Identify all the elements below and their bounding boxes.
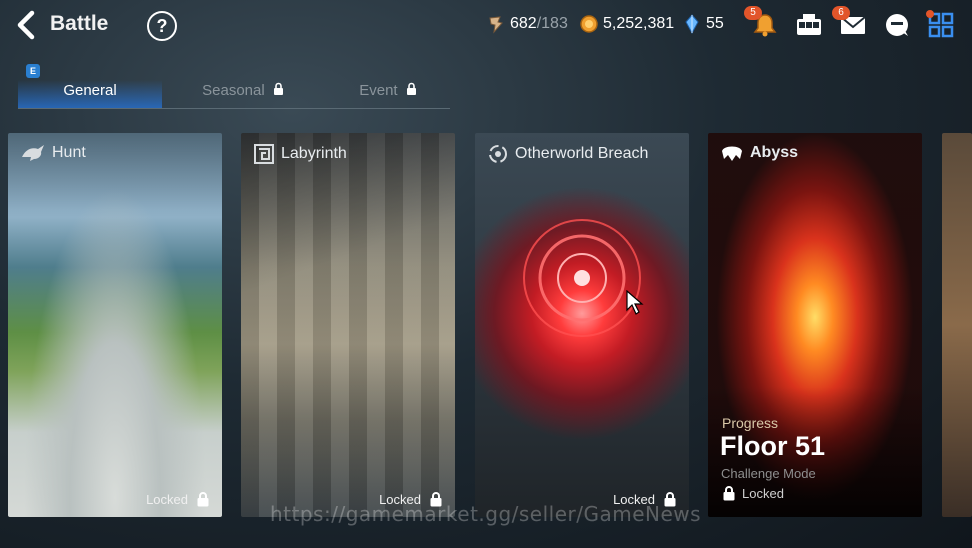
card-title: Labyrinth [253, 143, 347, 165]
tab-label: General [63, 82, 117, 99]
chat-button[interactable] [880, 8, 914, 42]
lock-icon [273, 82, 283, 95]
tab-label: Event [359, 82, 398, 99]
card-next-partial[interactable] [942, 133, 972, 517]
card-title: Hunt [20, 143, 86, 163]
tab-general[interactable]: General [18, 80, 162, 108]
portal-icon [489, 145, 507, 163]
tabs-divider [18, 108, 450, 109]
stamina-value: 682 [510, 15, 537, 32]
floor-progress: Floor 51 [720, 431, 826, 461]
progress-label: Progress [722, 415, 779, 431]
gold-resource[interactable]: 5,252,381 [579, 14, 674, 34]
menu-dot [926, 10, 934, 18]
locked-status: Locked [146, 491, 210, 507]
gold-icon [580, 15, 598, 33]
maze-icon [254, 144, 274, 164]
menu-grid-button[interactable] [924, 8, 958, 42]
watermark: https://gamemarket.gg/seller/GameNews [270, 502, 702, 526]
stamina-max: /183 [536, 15, 568, 32]
crystal-icon [685, 14, 699, 34]
tab-label: Seasonal [202, 82, 265, 99]
lock-icon [406, 82, 416, 95]
lock-icon [723, 486, 735, 501]
card-hunt[interactable]: Hunt Locked [8, 133, 222, 517]
tab-seasonal[interactable]: Seasonal [188, 80, 298, 108]
bell-badge: 5 [744, 6, 762, 20]
stamina-resource[interactable]: 682 /183 [486, 14, 568, 34]
lock-icon [197, 492, 209, 507]
category-tabs: E General Seasonal Event [18, 64, 450, 110]
chat-icon [886, 14, 908, 36]
page-title: Battle [50, 12, 109, 35]
card-abyss[interactable]: Abyss Progress Floor 51 Challenge Mode L… [708, 133, 922, 517]
back-arrow-icon[interactable] [14, 10, 40, 40]
card-labyrinth[interactable]: Labyrinth Locked [241, 133, 455, 517]
card-otherworld-breach[interactable]: Otherworld Breach Locked [475, 133, 689, 517]
gift-box-button[interactable] [792, 8, 826, 42]
breach-portal-art [523, 219, 641, 337]
crystal-value: 55 [706, 15, 724, 32]
challenge-mode-label: Challenge Mode [721, 466, 816, 481]
dragon-icon [22, 145, 44, 161]
gift-box-icon [797, 14, 821, 35]
card-title: Abyss [720, 143, 798, 163]
mouse-cursor-icon [626, 290, 644, 315]
mail-button[interactable]: 6 [832, 6, 870, 42]
notifications-button[interactable]: 5 [744, 6, 782, 42]
top-bar: Battle ? 682 /183 5,252,381 55 5 6 [0, 0, 972, 52]
card-title: Otherworld Breach [487, 143, 648, 165]
tab-badge: E [26, 64, 40, 78]
help-button[interactable]: ? [147, 11, 177, 41]
locked-status: Locked [722, 485, 784, 501]
gold-value: 5,252,381 [603, 15, 675, 32]
mail-badge: 6 [832, 6, 850, 20]
crystal-resource[interactable]: 55 [682, 14, 724, 34]
tab-event[interactable]: Event [338, 80, 438, 108]
stamina-icon [489, 16, 503, 34]
abyss-icon [722, 146, 742, 161]
